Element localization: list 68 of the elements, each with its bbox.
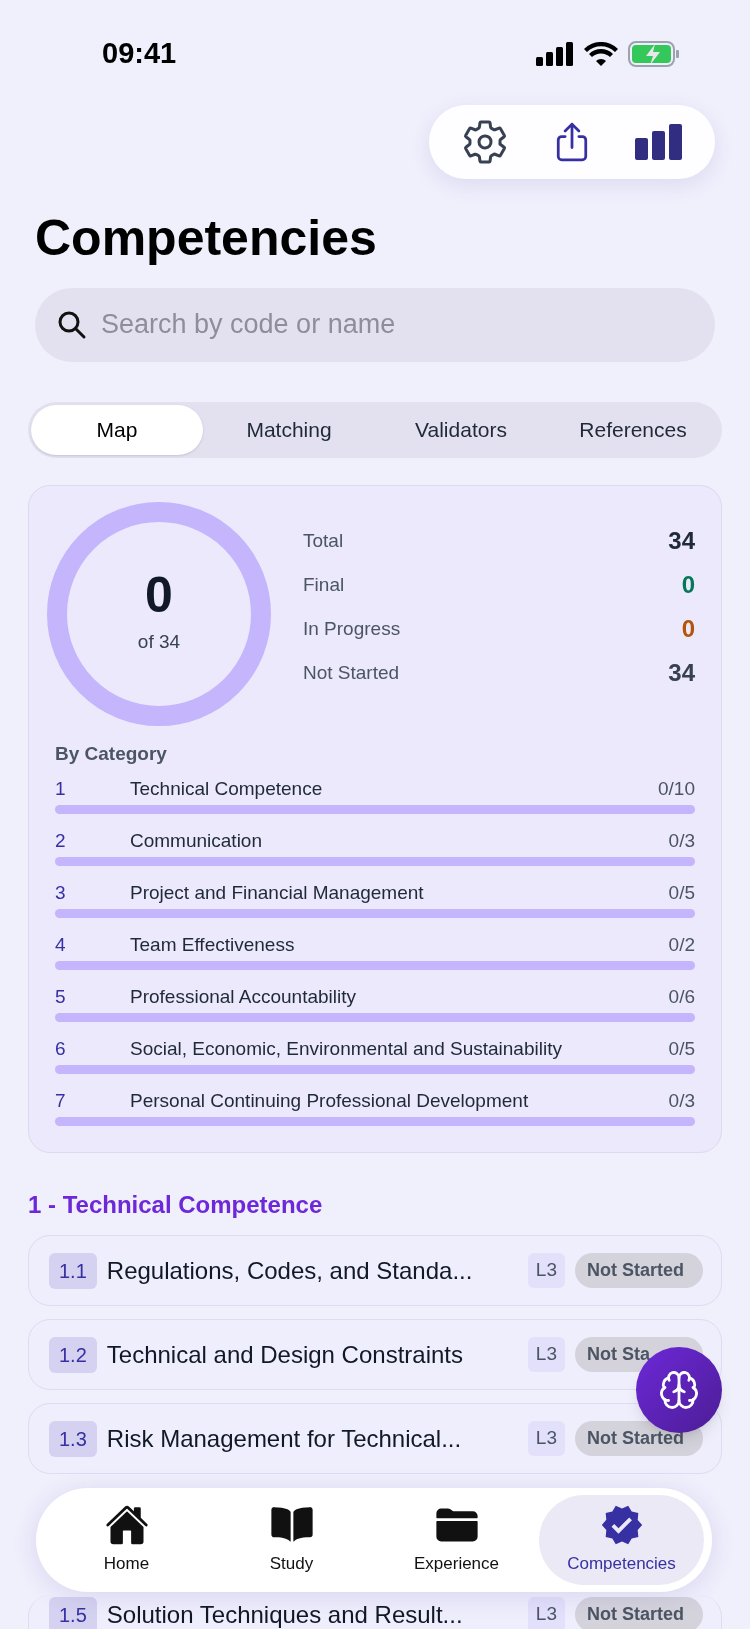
tab-bar-item[interactable]: Competencies — [539, 1495, 704, 1585]
category-number: 2 — [55, 830, 67, 852]
competency-row[interactable]: 1.5 Solution Techniques and Result... L3 Not Started — [28, 1595, 722, 1629]
category-number: 5 — [55, 986, 67, 1008]
category-name: Social, Economic, Environmental and Sustainability — [130, 1038, 563, 1060]
tab-bar-item[interactable]: Experience — [374, 1495, 539, 1585]
stat-label: In Progress — [303, 616, 401, 641]
total-caption: of 34 — [137, 630, 181, 655]
search-icon — [57, 309, 87, 340]
competency-code: 1.3 — [49, 1420, 97, 1457]
section-heading: 1 - Technical Competence — [28, 1190, 324, 1220]
category-name: Project and Financial Management — [130, 882, 425, 904]
stat-label: Final — [303, 572, 345, 597]
category-number: 7 — [55, 1090, 67, 1112]
competency-code: 1.2 — [49, 1336, 97, 1373]
stat-value: 0 — [681, 570, 695, 600]
category-name: Team Effectiveness — [130, 934, 296, 956]
segment-tab[interactable]: References — [547, 404, 719, 455]
tab-bar-item[interactable]: Study — [209, 1495, 374, 1585]
stat-label: Not Started — [303, 660, 400, 685]
level-tag: L3 — [527, 1597, 565, 1629]
status-pill: Not Started — [575, 1597, 703, 1629]
brain-icon — [658, 1369, 700, 1411]
competency-row[interactable]: 1.3 Risk Management for Technical... L3 Not Started — [28, 1403, 722, 1474]
category-name: Communication — [130, 830, 263, 852]
category-name: Technical Competence — [130, 778, 324, 800]
battery-charging-icon — [628, 41, 680, 67]
page-title: Competencies — [35, 209, 378, 268]
category-name: Professional Accountability — [130, 986, 357, 1008]
stat-value: 34 — [668, 658, 695, 688]
segment-tab[interactable]: Validators — [375, 404, 547, 455]
level-tag: L3 — [527, 1337, 565, 1372]
section-label: By Category — [55, 741, 168, 766]
bar-chart-icon — [634, 124, 683, 160]
category-number: 6 — [55, 1038, 67, 1060]
category-progress: 0/5 — [668, 1038, 695, 1060]
competency-code: 1.5 — [49, 1596, 97, 1629]
category-progress: 0/10 — [658, 778, 695, 800]
category-number: 4 — [55, 934, 67, 956]
level-tag: L3 — [527, 1421, 565, 1456]
category-number: 3 — [55, 882, 67, 904]
competency-name: Regulations, Codes, and Standa... — [106, 1255, 474, 1286]
level-tag: L3 — [527, 1253, 565, 1288]
competency-row[interactable]: 1.2 Technical and Design Constraints L3 Not Sta — [28, 1319, 722, 1390]
category-number: 1 — [55, 778, 67, 800]
segment-tab[interactable]: Map — [31, 404, 203, 455]
stat-value: 0 — [681, 614, 695, 644]
stat-value: 34 — [668, 526, 695, 556]
category-progress: 0/3 — [668, 830, 695, 852]
tab-bar-item[interactable]: Home — [44, 1495, 209, 1585]
status-pill: Not Started — [575, 1253, 703, 1288]
competency-name: Technical and Design Constraints — [106, 1339, 464, 1370]
category-progress: 0/3 — [668, 1090, 695, 1112]
status-time: 09:41 — [102, 36, 177, 72]
segment-tab[interactable]: Matching — [203, 404, 375, 455]
competency-name: Risk Management for Technical... — [106, 1423, 463, 1454]
competency-code: 1.1 — [49, 1252, 97, 1289]
stat-label: Total — [303, 528, 344, 553]
wifi-icon — [584, 42, 618, 66]
category-progress: 0/2 — [668, 934, 695, 956]
search-field[interactable]: Search by code or name — [35, 287, 715, 362]
competency-row[interactable]: 1.1 Regulations, Codes, and Standa... L3 Not Started — [28, 1235, 722, 1306]
category-progress: 0/5 — [668, 882, 695, 904]
category-name: Personal Continuing Professional Development — [130, 1090, 530, 1112]
category-progress: 0/6 — [668, 986, 695, 1008]
competency-name: Solution Techniques and Result... — [106, 1599, 464, 1629]
completed-count: 0 — [145, 570, 173, 621]
signal-icon — [536, 42, 574, 66]
